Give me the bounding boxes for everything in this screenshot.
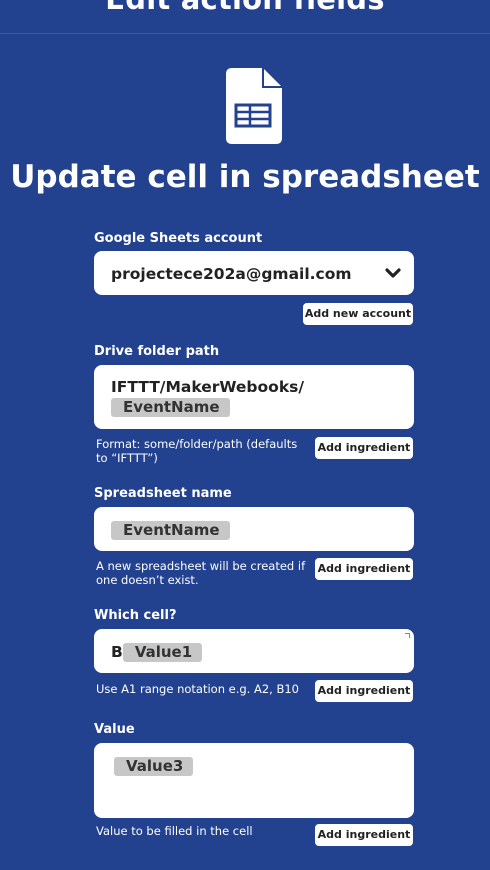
spreadsheet-name-label: Spreadsheet name — [94, 486, 232, 501]
value-section: Value Value3 Value to be filled in the c… — [94, 722, 414, 846]
ingredient-chip-value3[interactable]: Value3 — [114, 757, 194, 776]
add-new-account-button[interactable]: Add new account — [303, 303, 413, 325]
account-select[interactable]: projectece202a@gmail.com — [94, 251, 414, 295]
account-section: Google Sheets account projectece202a@gma… — [94, 231, 414, 325]
ingredient-chip-eventname[interactable]: EventName — [111, 521, 230, 540]
value-label: Value — [94, 722, 135, 737]
drive-path-help: Format: some/folder/path (defaults to “I… — [96, 437, 298, 465]
drive-path-section: Drive folder path IFTTT/MakerWebooks/ Ev… — [94, 344, 414, 465]
add-ingredient-button[interactable]: Add ingredient — [315, 558, 413, 580]
ingredient-chip-value1[interactable]: Value1 — [122, 643, 203, 662]
account-label: Google Sheets account — [94, 231, 263, 246]
drive-path-text: IFTTT/MakerWebooks/ — [111, 378, 305, 396]
page-header-title: Edit action fields — [0, 0, 490, 16]
which-cell-help: Use A1 range notation e.g. A2, B10 — [96, 682, 299, 696]
google-sheets-icon — [226, 68, 282, 144]
which-cell-section: Which cell? B Value1 Use A1 range notatio… — [94, 608, 414, 702]
value-help: Value to be filled in the cell — [96, 824, 253, 838]
ingredient-chip-eventname[interactable]: EventName — [111, 398, 230, 417]
which-cell-label: Which cell? — [94, 608, 177, 623]
spreadsheet-name-help: A new spreadsheet will be created if one… — [96, 559, 306, 587]
spreadsheet-name-input[interactable]: EventName — [94, 507, 414, 551]
action-title: Update cell in spreadsheet — [10, 159, 480, 195]
add-ingredient-button[interactable]: Add ingredient — [315, 824, 413, 846]
add-ingredient-button[interactable]: Add ingredient — [315, 437, 413, 459]
value-input[interactable]: Value3 — [94, 743, 414, 818]
drive-path-input[interactable]: IFTTT/MakerWebooks/ EventName — [94, 365, 414, 429]
header-divider — [0, 33, 490, 34]
which-cell-input[interactable]: B Value1 — [94, 629, 414, 673]
account-select-value: projectece202a@gmail.com — [111, 265, 352, 283]
spreadsheet-name-section: Spreadsheet name EventName A new spreads… — [94, 486, 414, 587]
which-cell-text: B — [111, 643, 123, 661]
drive-path-label: Drive folder path — [94, 344, 220, 359]
add-ingredient-button[interactable]: Add ingredient — [315, 680, 413, 702]
chevron-down-icon — [385, 268, 401, 278]
resize-handle-icon[interactable] — [405, 633, 410, 638]
